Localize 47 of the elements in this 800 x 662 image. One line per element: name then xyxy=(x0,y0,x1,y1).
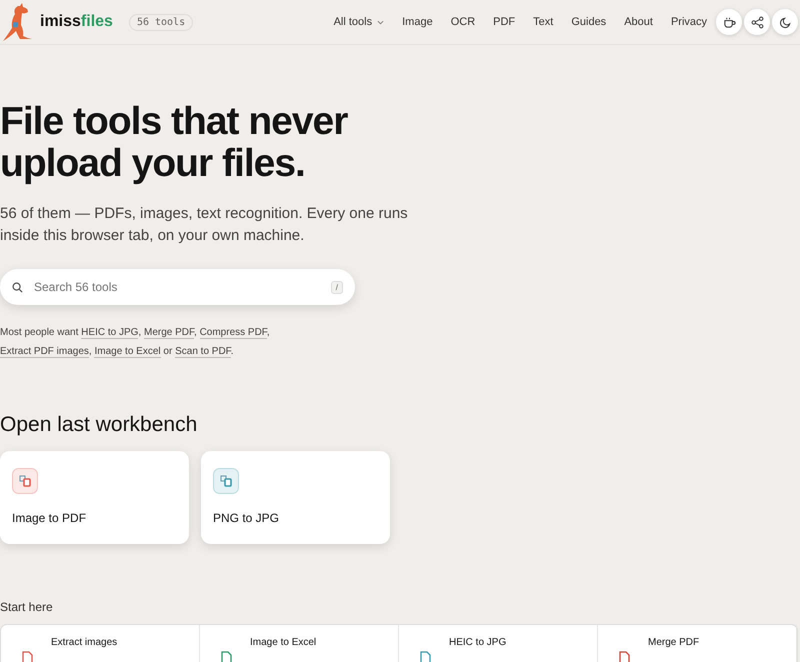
share-icon xyxy=(750,16,764,28)
tool-tile[interactable]: Extract images xyxy=(1,625,200,662)
hero-subtitle: 56 of them — PDFs, images, text recognition. Every one runs inside this browser tab, on your own machine. xyxy=(0,204,409,246)
tool-link[interactable]: Merge PDF xyxy=(144,327,194,339)
workbench-card[interactable]: Image to PDF xyxy=(0,451,189,544)
coffee-button[interactable] xyxy=(716,9,742,35)
coffee-cup-icon xyxy=(722,16,736,28)
chevron-down-icon xyxy=(377,20,384,24)
popular-tools-sentence: Most people want HEIC to JPG, Merge PDF, Compress PDF, Extract PDF images, Image to Excel or Scan to PDF. xyxy=(0,326,271,360)
search-input[interactable]: Search 56 tools xyxy=(32,279,322,295)
section-heading: Start here xyxy=(0,600,54,614)
brand-name[interactable]: imissfiles xyxy=(40,13,113,31)
nav-link[interactable]: All tools xyxy=(324,16,394,28)
kangaroo-logo-icon[interactable] xyxy=(2,2,32,42)
section-heading: Open last workbench xyxy=(0,413,198,437)
nav-link[interactable]: Image xyxy=(393,16,442,28)
card-title: PNG to JPG xyxy=(213,511,280,525)
share-button[interactable] xyxy=(744,9,770,35)
tool-title: Image to Excel xyxy=(250,637,316,648)
tool-tile[interactable]: HEIC to JPG xyxy=(399,625,598,662)
nav-link[interactable]: Guides xyxy=(562,16,616,28)
tool-title: Merge PDF xyxy=(648,637,700,648)
tool-link[interactable]: HEIC to JPG xyxy=(81,327,138,339)
card-title: Image to PDF xyxy=(12,511,88,525)
tool-link[interactable]: Scan to PDF xyxy=(175,346,231,358)
nav-link[interactable]: About xyxy=(615,16,662,28)
theme-toggle-button[interactable] xyxy=(772,9,798,35)
search-bar[interactable]: Search 56 tools / xyxy=(0,269,355,305)
keyboard-shortcut-hint: / xyxy=(330,280,343,294)
nav-link[interactable]: Privacy xyxy=(662,16,716,28)
nav-link[interactable]: PDF xyxy=(484,16,524,28)
nav-link[interactable]: OCR xyxy=(442,16,484,28)
hero-title: File tools that never upload your files. xyxy=(0,101,349,185)
tool-link[interactable]: Extract PDF images xyxy=(0,346,89,358)
tool-count-badge: 56 tools xyxy=(128,14,194,30)
moon-icon xyxy=(778,16,792,28)
nav-link[interactable]: Text xyxy=(524,16,562,28)
image-convert-icon xyxy=(213,468,239,494)
tool-title: HEIC to JPG xyxy=(449,637,506,648)
workbench-card[interactable]: PNG to JPG xyxy=(201,451,390,544)
tool-tile[interactable]: Merge PDF xyxy=(598,625,797,662)
tool-tile[interactable]: Image to Excel xyxy=(200,625,399,662)
tool-link[interactable]: Image to Excel xyxy=(94,346,161,358)
tool-link[interactable]: Compress PDF xyxy=(200,327,267,339)
image-convert-icon xyxy=(12,468,38,494)
search-icon xyxy=(12,282,23,292)
tool-title: Extract images xyxy=(51,637,118,648)
